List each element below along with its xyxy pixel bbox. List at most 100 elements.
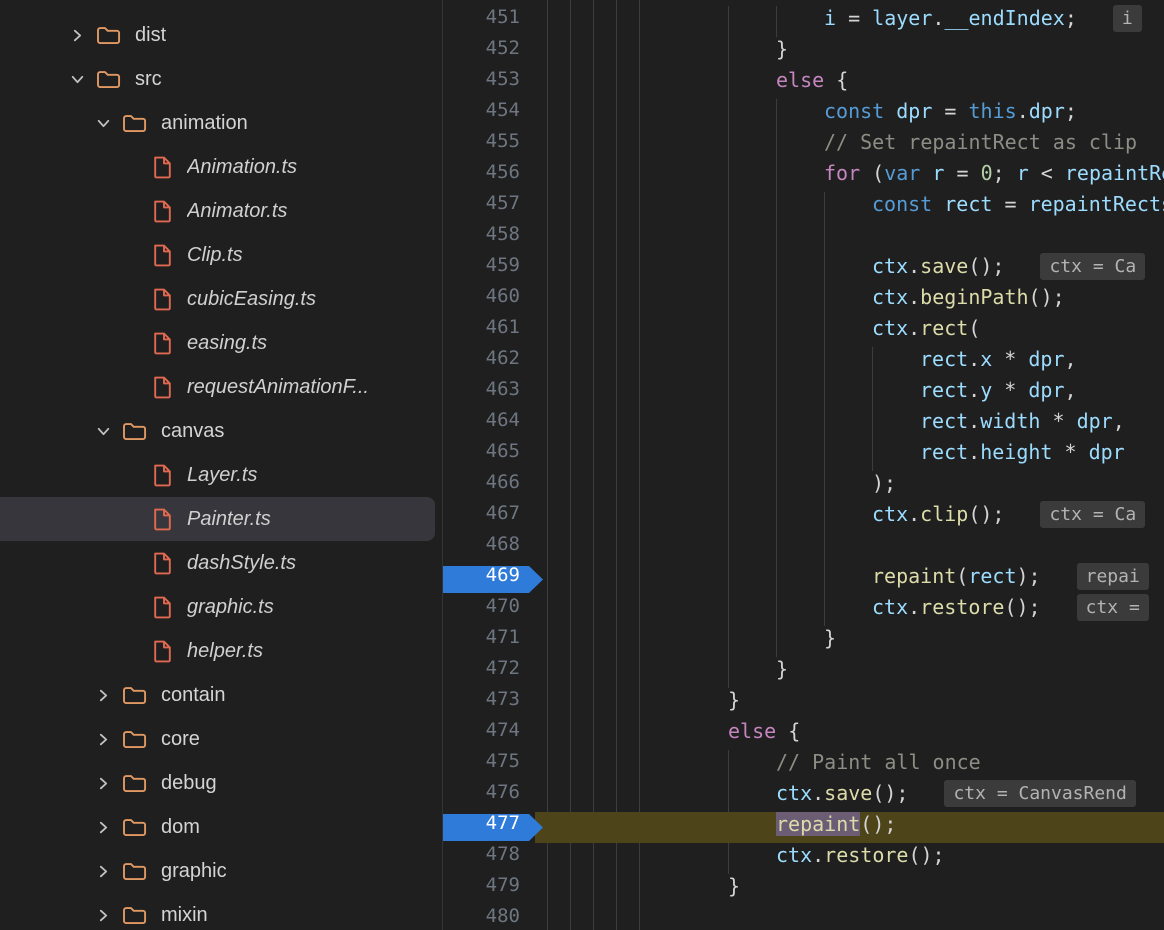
code-line-470[interactable]: ctx.restore();ctx = <box>535 595 1164 626</box>
line-number[interactable]: 468 <box>443 533 535 564</box>
line-number[interactable]: 453 <box>443 68 535 99</box>
line-number[interactable]: 463 <box>443 378 535 409</box>
line-number[interactable]: 455 <box>443 130 535 161</box>
tree-item-canvas[interactable]: canvas <box>0 409 442 453</box>
code-line-461[interactable]: ctx.rect( <box>535 316 1164 347</box>
code-line-468[interactable] <box>535 533 1164 564</box>
line-number[interactable]: 477 <box>443 812 535 843</box>
line-number[interactable]: 454 <box>443 99 535 130</box>
line-number[interactable]: 470 <box>443 595 535 626</box>
line-number[interactable]: 472 <box>443 657 535 688</box>
line-number[interactable]: 464 <box>443 409 535 440</box>
line-number[interactable]: 473 <box>443 688 535 719</box>
code-line-480[interactable] <box>535 905 1164 930</box>
code-line-465[interactable]: rect.height * dpr <box>535 440 1164 471</box>
code-line-454[interactable]: const dpr = this.dpr; <box>535 99 1164 130</box>
line-number[interactable]: 475 <box>443 750 535 781</box>
tree-item-dom[interactable]: dom <box>0 805 442 849</box>
code-token: ( <box>968 316 980 340</box>
line-number[interactable]: 460 <box>443 285 535 316</box>
tree-item-debug[interactable]: debug <box>0 761 442 805</box>
line-number[interactable]: 474 <box>443 719 535 750</box>
tree-item-graphic-ts[interactable]: graphic.ts <box>0 585 442 629</box>
code-line-459[interactable]: ctx.save();ctx = Ca <box>535 254 1164 285</box>
line-number[interactable]: 452 <box>443 37 535 68</box>
tree-item-graphic[interactable]: graphic <box>0 849 442 893</box>
line-number[interactable]: 451 <box>443 6 535 37</box>
item-label: helper.ts <box>187 640 263 663</box>
code-line-462[interactable]: rect.x * dpr, <box>535 347 1164 378</box>
code-token <box>932 192 944 216</box>
code-line-453[interactable]: else { <box>535 68 1164 99</box>
tree-item-animator-ts[interactable]: Animator.ts <box>0 189 442 233</box>
tree-item-contain[interactable]: contain <box>0 673 442 717</box>
line-number[interactable]: 465 <box>443 440 535 471</box>
file-icon <box>152 551 173 576</box>
code-line-463[interactable]: rect.y * dpr, <box>535 378 1164 409</box>
line-number[interactable]: 469 <box>443 564 535 595</box>
tree-item-clip-ts[interactable]: Clip.ts <box>0 233 442 277</box>
line-number-text: 470 <box>486 595 520 617</box>
code-line-475[interactable]: // Paint all once <box>535 750 1164 781</box>
code-line-464[interactable]: rect.width * dpr, <box>535 409 1164 440</box>
tree-item-dashstyle-ts[interactable]: dashStyle.ts <box>0 541 442 585</box>
code-token: . <box>968 409 980 433</box>
code-line-472[interactable]: } <box>535 657 1164 688</box>
code-line-457[interactable]: const rect = repaintRects <box>535 192 1164 223</box>
code-line-460[interactable]: ctx.beginPath(); <box>535 285 1164 316</box>
line-number[interactable]: 456 <box>443 161 535 192</box>
line-number-text: 471 <box>486 626 520 648</box>
folder-icon <box>122 113 147 134</box>
tree-item-layer-ts[interactable]: Layer.ts <box>0 453 442 497</box>
code-line-451[interactable]: i = layer.__endIndex;i <box>535 6 1164 37</box>
code-line-455[interactable]: // Set repaintRect as clip <box>535 130 1164 161</box>
tree-item-painter-ts[interactable]: Painter.ts <box>0 497 435 541</box>
tree-item-mixin[interactable]: mixin <box>0 893 442 930</box>
line-number-text: 469 <box>486 564 520 586</box>
line-number[interactable]: 467 <box>443 502 535 533</box>
code-line-466[interactable]: ); <box>535 471 1164 502</box>
code-line-478[interactable]: ctx.restore(); <box>535 843 1164 874</box>
code-line-471[interactable]: } <box>535 626 1164 657</box>
code-line-467[interactable]: ctx.clip();ctx = Ca <box>535 502 1164 533</box>
line-number[interactable]: 466 <box>443 471 535 502</box>
tree-item-src[interactable]: src <box>0 57 442 101</box>
line-number[interactable]: 480 <box>443 905 535 930</box>
code-token: , <box>1113 409 1125 433</box>
code-line-469[interactable]: repaint(rect);repai <box>535 564 1164 595</box>
tree-item-dist[interactable]: dist <box>0 13 442 57</box>
code-line-474[interactable]: else { <box>535 719 1164 750</box>
line-number[interactable]: 479 <box>443 874 535 905</box>
line-number[interactable]: 458 <box>443 223 535 254</box>
tree-item-requestanimationf[interactable]: requestAnimationF... <box>0 365 442 409</box>
code-line-452[interactable]: } <box>535 37 1164 68</box>
code-token: . <box>968 378 980 402</box>
code-line-477[interactable]: repaint(); <box>535 812 1164 843</box>
tree-item-core[interactable]: core <box>0 717 442 761</box>
line-number[interactable]: 457 <box>443 192 535 223</box>
tree-item-helper-ts[interactable]: helper.ts <box>0 629 442 673</box>
item-label: animation <box>161 112 248 135</box>
line-number[interactable]: 478 <box>443 843 535 874</box>
tree-item-animation[interactable]: animation <box>0 101 442 145</box>
tree-item-easing-ts[interactable]: easing.ts <box>0 321 442 365</box>
code-line-473[interactable]: } <box>535 688 1164 719</box>
tree-item-animation-ts[interactable]: Animation.ts <box>0 145 442 189</box>
code-line-479[interactable]: } <box>535 874 1164 905</box>
code-line-476[interactable]: ctx.save();ctx = CanvasRend <box>535 781 1164 812</box>
line-number[interactable]: 462 <box>443 347 535 378</box>
code-token <box>920 161 932 185</box>
item-label: cubicEasing.ts <box>187 288 316 311</box>
tree-item-cubiceasing-ts[interactable]: cubicEasing.ts <box>0 277 442 321</box>
line-number-text: 452 <box>486 37 520 59</box>
code-token: rect <box>968 564 1016 588</box>
line-number[interactable]: 461 <box>443 316 535 347</box>
line-number-text: 457 <box>486 192 520 214</box>
line-number[interactable]: 476 <box>443 781 535 812</box>
code-line-456[interactable]: for (var r = 0; r < repaintRects <box>535 161 1164 192</box>
line-number[interactable]: 459 <box>443 254 535 285</box>
code-line-458[interactable] <box>535 223 1164 254</box>
tree-item-partial[interactable] <box>0 0 442 13</box>
line-number[interactable]: 471 <box>443 626 535 657</box>
chevron-right-icon <box>92 904 114 926</box>
